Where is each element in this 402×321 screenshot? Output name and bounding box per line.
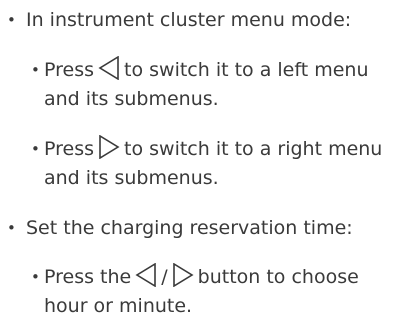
sub-bullet: •	[31, 140, 40, 158]
sub-item-text: button to choose	[197, 266, 359, 288]
sub-item-text: Press	[44, 59, 95, 81]
sub-item-text: Press	[44, 138, 95, 160]
sub-item-continuation: and its submenus.	[44, 88, 219, 110]
sub-item-continuation: hour or minute.	[44, 295, 193, 317]
list-item-heading: Set the charging reservation time:	[26, 217, 353, 239]
sub-item-line: Press the / button to choose	[44, 263, 359, 292]
left-triangle-icon	[98, 56, 120, 80]
sub-item-text: Press the	[44, 266, 132, 288]
separator-text: /	[161, 266, 168, 288]
right-triangle-icon	[172, 263, 194, 287]
sub-item-continuation: and its submenus.	[44, 167, 219, 189]
bullet: •	[7, 219, 16, 237]
right-triangle-icon	[98, 135, 120, 159]
sub-item-text: to switch it to a right menu	[124, 138, 383, 160]
left-triangle-icon	[135, 263, 157, 287]
sub-item-line: Press to switch it to a left menu	[44, 56, 368, 85]
instruction-list: • In instrument cluster menu mode: • Pre…	[0, 0, 402, 319]
sub-bullet: •	[31, 61, 40, 79]
sub-bullet: •	[31, 268, 40, 286]
bullet: •	[7, 11, 16, 29]
list-item-heading: In instrument cluster menu mode:	[26, 9, 352, 31]
sub-item-text: to switch it to a left menu	[124, 59, 369, 81]
sub-item-line: Press to switch it to a right menu	[44, 135, 382, 164]
